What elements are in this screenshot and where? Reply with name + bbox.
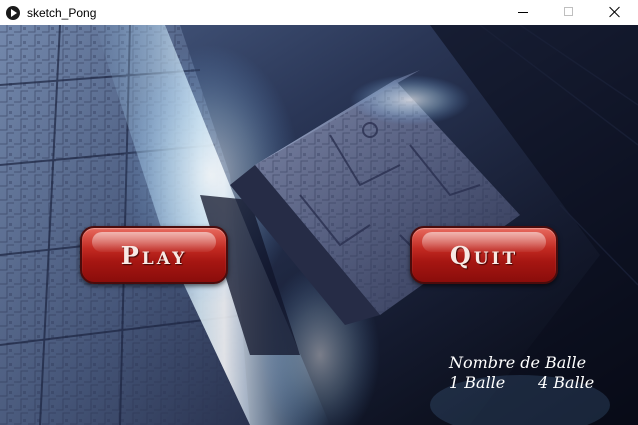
- ball-count-title: Nombre de Balle: [449, 353, 587, 372]
- window-controls: [500, 0, 638, 25]
- four-ball-option[interactable]: 4 Balle: [538, 373, 594, 393]
- title-bar: sketch_Pong: [0, 0, 638, 25]
- minimize-button[interactable]: [500, 0, 546, 25]
- play-button[interactable]: Play: [80, 226, 228, 284]
- maximize-button[interactable]: [546, 0, 592, 25]
- close-button[interactable]: [592, 0, 638, 25]
- quit-button[interactable]: Quit: [410, 226, 558, 284]
- window-title: sketch_Pong: [27, 5, 97, 20]
- ball-count-panel: Nombre de Balle 1 Balle 4 Balle: [449, 353, 629, 393]
- minimize-icon: [518, 12, 528, 13]
- one-ball-option[interactable]: 1 Balle: [449, 373, 538, 393]
- ball-count-options: 1 Balle 4 Balle: [449, 373, 629, 393]
- app-window: sketch_Pong Play Quit Nombre de Balle 1 …: [0, 0, 638, 425]
- app-play-icon: [6, 5, 20, 20]
- play-button-label: Play: [120, 240, 188, 270]
- maximize-icon: [564, 7, 573, 16]
- quit-button-label: Quit: [449, 240, 519, 270]
- close-icon: [609, 6, 621, 18]
